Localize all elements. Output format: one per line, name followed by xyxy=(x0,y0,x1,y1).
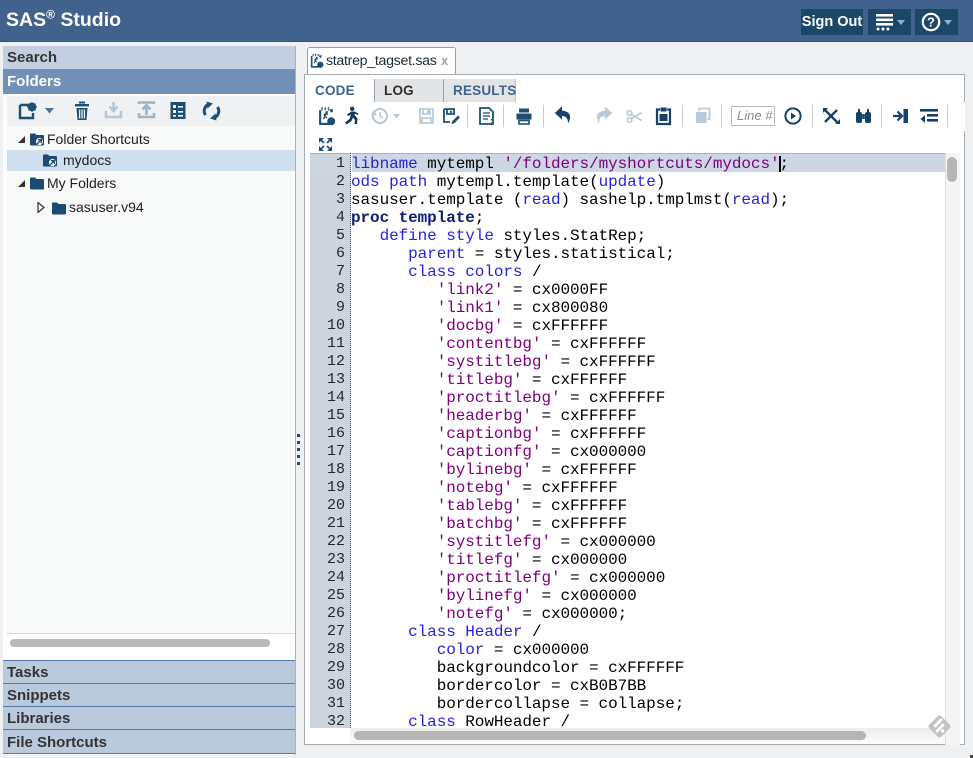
svg-text:;: ; xyxy=(489,118,494,127)
svg-text:?: ? xyxy=(927,15,935,30)
